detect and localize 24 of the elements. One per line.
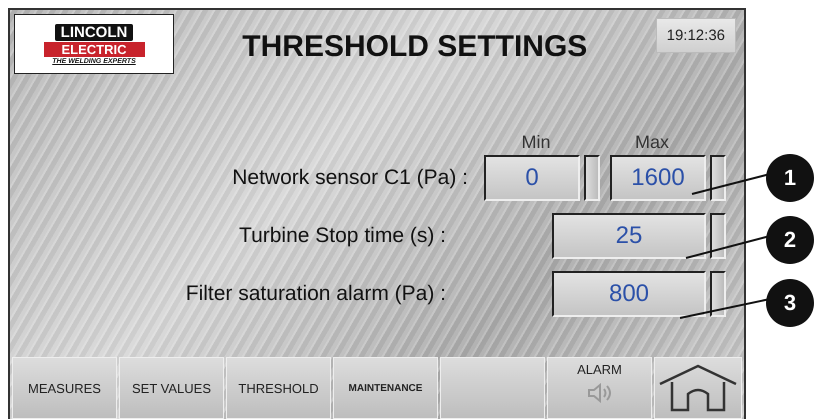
callout-number: 1 <box>766 154 814 202</box>
value-field[interactable]: 25 <box>552 213 706 259</box>
alarm-button[interactable]: ALARM <box>547 357 652 419</box>
setting-label: Network sensor C1 (Pa) : <box>232 166 468 190</box>
logo-text: ELECTRIC <box>44 42 144 56</box>
clock-display: 19:12:36 <box>656 18 736 53</box>
home-icon <box>658 364 738 412</box>
setting-label: Turbine Stop time (s) : <box>239 224 446 248</box>
nav-button[interactable]: MAINTENANCE <box>333 357 438 419</box>
callout-number: 2 <box>766 216 814 264</box>
speaker-icon <box>586 383 612 403</box>
home-button[interactable] <box>654 357 742 419</box>
logo-text: LINCOLN <box>54 24 134 40</box>
column-header: Min <box>520 132 552 153</box>
setting-label: Filter saturation alarm (Pa) : <box>186 282 446 306</box>
screen-title: THRESHOLD SETTINGS <box>241 30 588 64</box>
nav-button[interactable]: SET VALUES <box>119 357 224 419</box>
column-header: Max <box>634 132 670 153</box>
nav-button[interactable]: THRESHOLD <box>226 357 331 419</box>
value-field[interactable]: 0 <box>484 155 580 201</box>
callout-number: 3 <box>766 279 814 327</box>
value-field[interactable]: 1600 <box>610 155 706 201</box>
nav-button[interactable]: MEASURES <box>12 357 117 419</box>
value-field[interactable]: 800 <box>552 271 706 317</box>
